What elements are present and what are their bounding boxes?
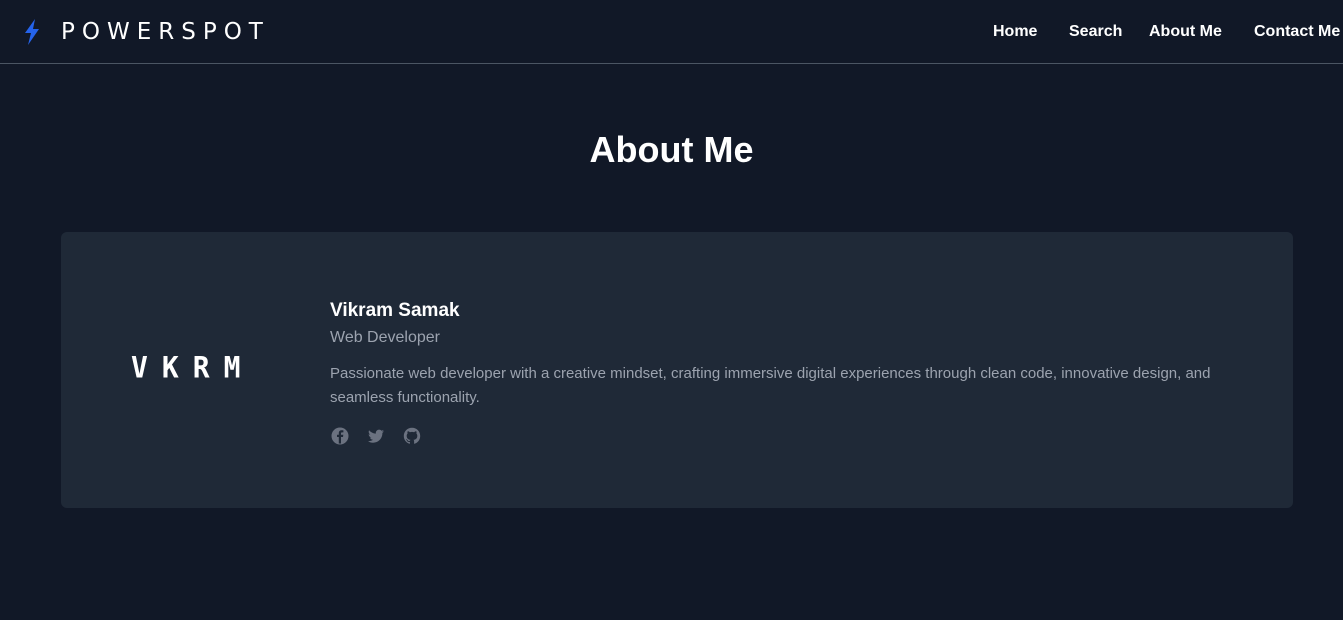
github-icon[interactable] [402, 426, 422, 446]
nav-about-link[interactable]: About Me [1149, 22, 1222, 42]
profile-bio: Passionate web developer with a creative… [330, 365, 1211, 406]
facebook-icon[interactable] [330, 426, 350, 446]
profile-card: VKRM Vikram Samak Web Developer Passiona… [61, 232, 1293, 508]
page-title: About Me [589, 129, 754, 170]
twitter-icon[interactable] [366, 426, 386, 446]
profile-role: Web Developer [330, 329, 440, 346]
navbar: POWERSPOT Home Search About Me Contact M… [0, 0, 1343, 64]
profile-name: Vikram Samak [330, 300, 460, 321]
lightning-bolt-icon [22, 18, 42, 46]
nav-home-link[interactable]: Home [993, 22, 1037, 42]
brand[interactable]: POWERSPOT [22, 17, 270, 47]
brand-name: POWERSPOT [61, 19, 270, 45]
profile-logo: VKRM [131, 350, 255, 385]
nav-search-link[interactable]: Search [1069, 22, 1122, 42]
social-links [330, 426, 1230, 446]
nav-contact-link[interactable]: Contact Me [1254, 22, 1340, 42]
profile-info: Vikram Samak Web Developer Passionate we… [330, 298, 1230, 446]
